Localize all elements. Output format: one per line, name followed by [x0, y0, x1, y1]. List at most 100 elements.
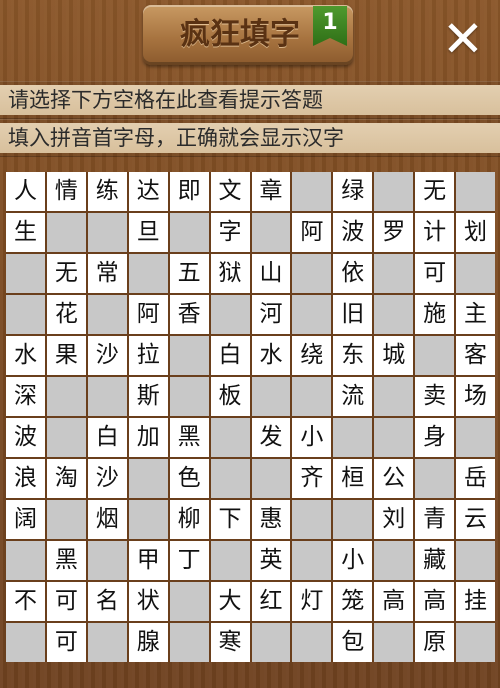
- grid-letter-cell[interactable]: 情: [46, 172, 86, 211]
- grid-letter-cell[interactable]: 丁: [169, 541, 209, 580]
- grid-letter-cell[interactable]: 身: [415, 418, 455, 457]
- grid-letter-cell[interactable]: 城: [374, 336, 414, 375]
- grid-letter-cell[interactable]: 划: [456, 213, 495, 252]
- grid-letter-cell[interactable]: 刘: [374, 500, 414, 539]
- grid-letter-cell[interactable]: 惠: [251, 500, 291, 539]
- grid-blocked-cell: [251, 623, 291, 662]
- grid-letter-cell[interactable]: 水: [6, 336, 45, 375]
- grid-letter-cell[interactable]: 不: [6, 582, 45, 621]
- grid-letter-cell[interactable]: 流: [333, 377, 373, 416]
- grid-letter-cell[interactable]: 无: [46, 254, 86, 293]
- grid-letter-cell[interactable]: 公: [374, 459, 414, 498]
- grid-letter-cell[interactable]: 色: [169, 459, 209, 498]
- grid-letter-cell[interactable]: 状: [128, 582, 168, 621]
- grid-letter-cell[interactable]: 花: [46, 295, 86, 334]
- grid-letter-cell[interactable]: 可: [46, 582, 86, 621]
- grid-letter-cell[interactable]: 小: [292, 418, 332, 457]
- grid-letter-cell[interactable]: 可: [46, 623, 86, 662]
- hint-text: 请选择下方空格在此查看提示答题: [8, 88, 323, 112]
- grid-letter-cell[interactable]: 人: [6, 172, 45, 211]
- grid-letter-cell[interactable]: 主: [456, 295, 495, 334]
- grid-letter-cell[interactable]: 河: [251, 295, 291, 334]
- grid-letter-cell[interactable]: 柳: [169, 500, 209, 539]
- grid-letter-cell[interactable]: 阔: [6, 500, 45, 539]
- grid-letter-cell[interactable]: 岳: [456, 459, 495, 498]
- grid-letter-cell[interactable]: 浪: [6, 459, 45, 498]
- grid-letter-cell[interactable]: 五: [169, 254, 209, 293]
- grid-blocked-cell: [128, 459, 168, 498]
- grid-letter-cell[interactable]: 卖: [415, 377, 455, 416]
- grid-letter-cell[interactable]: 小: [333, 541, 373, 580]
- grid-letter-cell[interactable]: 练: [87, 172, 127, 211]
- grid-letter-cell[interactable]: 下: [210, 500, 250, 539]
- header: 疯狂填字 1 ✕: [0, 0, 500, 78]
- grid-letter-cell[interactable]: 英: [251, 541, 291, 580]
- grid-letter-cell[interactable]: 计: [415, 213, 455, 252]
- grid-letter-cell[interactable]: 旦: [128, 213, 168, 252]
- grid-letter-cell[interactable]: 东: [333, 336, 373, 375]
- grid-letter-cell[interactable]: 果: [46, 336, 86, 375]
- grid-letter-cell[interactable]: 大: [210, 582, 250, 621]
- grid-letter-cell[interactable]: 拉: [128, 336, 168, 375]
- grid-letter-cell[interactable]: 阿: [128, 295, 168, 334]
- grid-letter-cell[interactable]: 字: [210, 213, 250, 252]
- grid-letter-cell[interactable]: 红: [251, 582, 291, 621]
- grid-letter-cell[interactable]: 依: [333, 254, 373, 293]
- grid-letter-cell[interactable]: 云: [456, 500, 495, 539]
- grid-letter-cell[interactable]: 场: [456, 377, 495, 416]
- grid-letter-cell[interactable]: 生: [6, 213, 45, 252]
- grid-letter-cell[interactable]: 章: [251, 172, 291, 211]
- grid-letter-cell[interactable]: 白: [87, 418, 127, 457]
- grid-letter-cell[interactable]: 客: [456, 336, 495, 375]
- grid-letter-cell[interactable]: 罗: [374, 213, 414, 252]
- grid-letter-cell[interactable]: 绕: [292, 336, 332, 375]
- grid-letter-cell[interactable]: 加: [128, 418, 168, 457]
- grid-letter-cell[interactable]: 黑: [46, 541, 86, 580]
- grid-letter-cell[interactable]: 藏: [415, 541, 455, 580]
- grid-letter-cell[interactable]: 山: [251, 254, 291, 293]
- grid-letter-cell[interactable]: 绿: [333, 172, 373, 211]
- grid-letter-cell[interactable]: 灯: [292, 582, 332, 621]
- grid-letter-cell[interactable]: 即: [169, 172, 209, 211]
- grid-letter-cell[interactable]: 可: [415, 254, 455, 293]
- grid-letter-cell[interactable]: 挂: [456, 582, 495, 621]
- grid-letter-cell[interactable]: 文: [210, 172, 250, 211]
- grid-letter-cell[interactable]: 波: [333, 213, 373, 252]
- grid-letter-cell[interactable]: 阿: [292, 213, 332, 252]
- grid-letter-cell[interactable]: 包: [333, 623, 373, 662]
- grid-letter-cell[interactable]: 黑: [169, 418, 209, 457]
- grid-letter-cell[interactable]: 沙: [87, 459, 127, 498]
- grid-letter-cell[interactable]: 寒: [210, 623, 250, 662]
- grid-blocked-cell: [292, 295, 332, 334]
- grid-letter-cell[interactable]: 烟: [87, 500, 127, 539]
- grid-letter-cell[interactable]: 达: [128, 172, 168, 211]
- grid-letter-cell[interactable]: 名: [87, 582, 127, 621]
- grid-letter-cell[interactable]: 淘: [46, 459, 86, 498]
- grid-letter-cell[interactable]: 高: [374, 582, 414, 621]
- grid-letter-cell[interactable]: 桓: [333, 459, 373, 498]
- grid-letter-cell[interactable]: 青: [415, 500, 455, 539]
- grid-letter-cell[interactable]: 齐: [292, 459, 332, 498]
- grid-letter-cell[interactable]: 无: [415, 172, 455, 211]
- grid-letter-cell[interactable]: 沙: [87, 336, 127, 375]
- grid-letter-cell[interactable]: 斯: [128, 377, 168, 416]
- grid-letter-cell[interactable]: 高: [415, 582, 455, 621]
- grid-letter-cell[interactable]: 笼: [333, 582, 373, 621]
- grid-letter-cell[interactable]: 白: [210, 336, 250, 375]
- grid-letter-cell[interactable]: 板: [210, 377, 250, 416]
- game-title: 疯狂填字: [180, 17, 300, 52]
- grid-letter-cell[interactable]: 施: [415, 295, 455, 334]
- close-button[interactable]: ✕: [436, 12, 490, 66]
- grid-letter-cell[interactable]: 甲: [128, 541, 168, 580]
- grid-blocked-cell: [333, 500, 373, 539]
- grid-letter-cell[interactable]: 狱: [210, 254, 250, 293]
- grid-letter-cell[interactable]: 香: [169, 295, 209, 334]
- grid-letter-cell[interactable]: 腺: [128, 623, 168, 662]
- grid-letter-cell[interactable]: 旧: [333, 295, 373, 334]
- grid-letter-cell[interactable]: 原: [415, 623, 455, 662]
- grid-letter-cell[interactable]: 水: [251, 336, 291, 375]
- grid-letter-cell[interactable]: 波: [6, 418, 45, 457]
- grid-letter-cell[interactable]: 常: [87, 254, 127, 293]
- grid-letter-cell[interactable]: 深: [6, 377, 45, 416]
- grid-letter-cell[interactable]: 发: [251, 418, 291, 457]
